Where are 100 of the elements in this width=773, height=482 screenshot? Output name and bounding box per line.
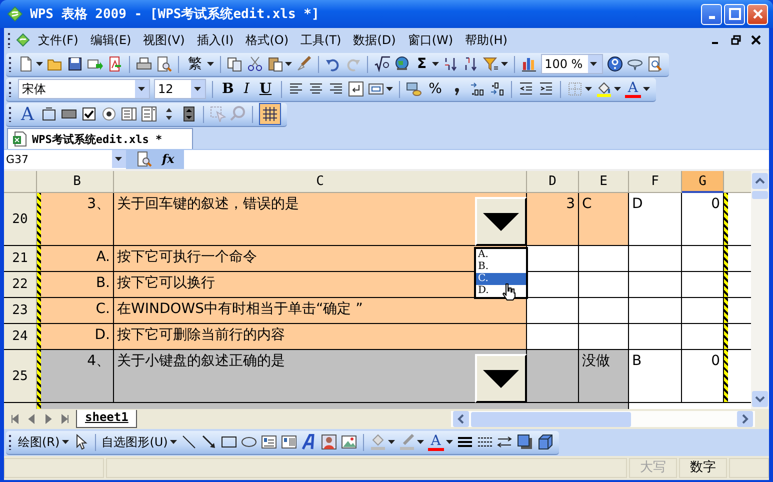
autoshapes-menu-button[interactable]: 自选图形(U)	[102, 434, 168, 450]
menu-item[interactable]: 数据(D)	[348, 32, 401, 48]
bar-chart-icon[interactable]	[520, 56, 537, 72]
grip-icon[interactable]	[9, 106, 12, 122]
font-size-dropdown[interactable]: 12	[154, 79, 206, 99]
font-color-button[interactable]: A	[428, 434, 444, 450]
sheet-navigation-icon[interactable]	[10, 414, 70, 424]
grip-icon[interactable]	[8, 32, 11, 48]
ellipse-icon[interactable]	[240, 434, 257, 450]
caret-icon[interactable]	[590, 62, 598, 66]
font-color-button[interactable]: A	[624, 80, 641, 98]
scroll-thumb[interactable]	[752, 191, 768, 199]
close-button[interactable]	[747, 4, 768, 24]
menu-item[interactable]: 插入(I)	[192, 32, 239, 48]
caret-icon[interactable]	[62, 440, 69, 444]
list-box-icon[interactable]	[121, 106, 137, 122]
sheet-tab[interactable]: sheet1	[76, 410, 138, 428]
decrease-decimal-icon[interactable]	[488, 81, 505, 97]
checkbox-icon[interactable]	[81, 106, 97, 122]
caret-icon[interactable]	[432, 62, 439, 66]
caret-icon[interactable]	[207, 62, 214, 66]
wrap-text-icon[interactable]	[348, 81, 364, 97]
caret-icon[interactable]	[388, 440, 395, 444]
grip-icon[interactable]	[9, 434, 12, 450]
paste-icon[interactable]	[267, 56, 283, 72]
horizontal-scrollbar[interactable]	[451, 411, 755, 427]
underline-button[interactable]: U	[256, 81, 275, 97]
increase-decimal-icon[interactable]	[468, 81, 485, 97]
name-box[interactable]: G37	[4, 150, 126, 168]
column-header[interactable]: F	[629, 171, 682, 193]
currency-icon[interactable]	[406, 81, 422, 97]
dropdown-option[interactable]: D.	[476, 285, 526, 297]
restore-icon[interactable]	[731, 35, 741, 45]
bold-button[interactable]: B	[219, 81, 237, 97]
page-magnifier-icon[interactable]	[646, 56, 663, 72]
row-header[interactable]: 22	[4, 272, 37, 297]
shadow-icon[interactable]	[516, 434, 533, 450]
picture-icon[interactable]	[340, 434, 357, 450]
brush-icon[interactable]	[296, 56, 312, 72]
dropdown-option[interactable]: A.	[476, 249, 526, 261]
scroll-down-icon[interactable]	[752, 391, 768, 407]
menu-item[interactable]: 帮助(H)	[460, 32, 512, 48]
caret-icon[interactable]	[170, 440, 177, 444]
menu-item[interactable]: 工具(T)	[296, 32, 346, 48]
close-icon[interactable]	[751, 35, 761, 45]
caret-icon[interactable]	[642, 87, 650, 91]
caret-icon[interactable]	[584, 87, 592, 91]
row-header[interactable]: 20	[4, 193, 37, 245]
formula-icon[interactable]	[374, 56, 390, 72]
text-box-icon[interactable]	[260, 434, 277, 450]
row-header[interactable]: 24	[4, 324, 37, 349]
menu-item[interactable]: 视图(V)	[138, 32, 190, 48]
find-icon[interactable]	[136, 151, 152, 167]
dropdown-button[interactable]	[475, 354, 527, 403]
grip-icon[interactable]	[9, 81, 12, 97]
caret-icon[interactable]	[114, 157, 122, 161]
grip-icon[interactable]	[9, 56, 12, 72]
zoom-dropdown[interactable]: 100 %	[540, 54, 603, 74]
print-preview-icon[interactable]	[156, 56, 172, 72]
sort-ascending-icon[interactable]	[442, 56, 459, 72]
scroll-right-icon[interactable]	[737, 411, 753, 427]
italic-button[interactable]: I	[240, 81, 252, 97]
indent-icon[interactable]	[538, 81, 554, 97]
arrow-icon[interactable]	[200, 434, 217, 450]
caret-icon[interactable]	[36, 62, 43, 66]
group-box-icon[interactable]	[41, 106, 57, 122]
fill-color-icon[interactable]	[596, 81, 612, 97]
clip-art-icon[interactable]	[320, 434, 337, 450]
cube-icon[interactable]	[536, 434, 553, 450]
caret-icon[interactable]	[500, 62, 508, 66]
menu-item[interactable]: 格式(O)	[240, 32, 294, 48]
maximize-button[interactable]	[724, 4, 745, 24]
menu-item[interactable]: 文件(F)	[33, 32, 84, 48]
scroll-left-icon[interactable]	[453, 411, 469, 427]
caret-icon[interactable]	[138, 87, 144, 91]
draw-menu-button[interactable]: 绘图(R)	[18, 434, 60, 450]
vertical-text-box-icon[interactable]	[280, 434, 297, 450]
dropdown-option[interactable]: B.	[476, 261, 526, 273]
document-arrow-icon[interactable]	[107, 56, 123, 72]
merge-cells-icon[interactable]	[368, 81, 384, 97]
insert-function-button[interactable]: fx	[162, 152, 174, 166]
menu-item[interactable]: 窗口(W)	[402, 32, 458, 48]
save-icon[interactable]	[67, 56, 83, 72]
column-header[interactable]: G	[682, 171, 724, 193]
dropdown-option[interactable]: C.	[476, 273, 526, 285]
row-header[interactable]: 25	[4, 350, 37, 402]
caret-icon[interactable]	[416, 440, 424, 444]
caret-icon[interactable]	[285, 62, 292, 66]
document-tab[interactable]: WPS考试系统edit.xls *	[7, 128, 194, 149]
vertical-scrollbar[interactable]	[751, 171, 769, 409]
font-dropdown[interactable]: 宋体	[18, 79, 150, 99]
caret-icon[interactable]	[194, 87, 200, 91]
dropdown-button[interactable]	[475, 197, 527, 246]
minimize-button[interactable]	[701, 4, 722, 24]
scroll-thumb[interactable]	[471, 412, 631, 426]
combo-box-icon[interactable]	[141, 106, 157, 122]
grid-toggle-button[interactable]	[259, 103, 281, 125]
column-header[interactable]: E	[579, 171, 629, 193]
wordart-icon[interactable]	[300, 434, 317, 450]
caret-icon[interactable]	[614, 87, 621, 91]
